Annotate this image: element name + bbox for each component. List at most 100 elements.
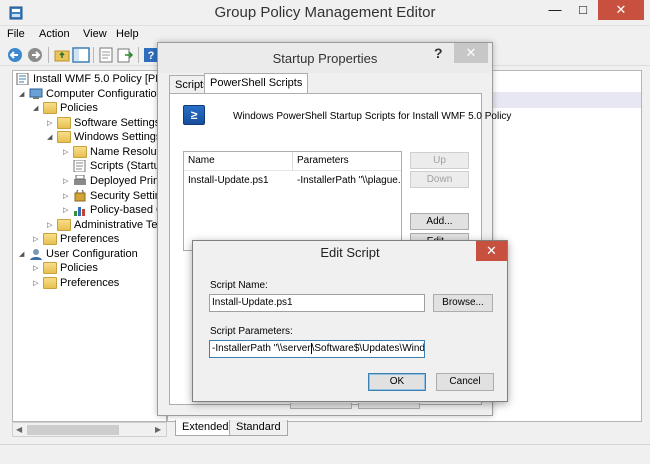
column-header-parameters[interactable]: Parameters [297, 155, 349, 166]
expand-arrow-icon[interactable]: ▷ [33, 279, 43, 287]
tree-item-gpo[interactable]: Install WMF 5.0 Policy [PLAGU [16, 73, 166, 88]
toolbar-separator [138, 47, 139, 63]
dialog-close-button[interactable]: ✕ [454, 43, 488, 63]
tree-item-name-resolution[interactable]: ▷ Name Resolutio [63, 146, 166, 161]
down-button[interactable]: Down [410, 171, 469, 188]
cancel-button[interactable]: Cancel [436, 373, 494, 391]
toolbar-separator [48, 47, 49, 63]
folder-icon [57, 117, 71, 130]
tree-item-user-preferences[interactable]: ▷ Preferences [33, 277, 119, 292]
show-hide-tree-icon[interactable] [72, 46, 90, 64]
menu-action[interactable]: Action [39, 28, 70, 40]
chart-icon [74, 207, 85, 217]
menu-help[interactable]: Help [116, 28, 139, 40]
folder-icon [57, 131, 71, 144]
scripts-icon [73, 160, 86, 173]
computer-icon [29, 88, 43, 100]
tree-item-administrative-templates[interactable]: ▷ Administrative Ter [47, 219, 161, 234]
column-header-name[interactable]: Name [188, 155, 215, 166]
collapse-arrow-icon[interactable]: ◢ [47, 133, 57, 141]
tab-standard[interactable]: Standard [229, 420, 288, 436]
properties-icon[interactable] [97, 46, 115, 64]
minimize-button[interactable]: — [542, 0, 568, 20]
scrollbar-thumb[interactable] [27, 425, 119, 435]
tree-item-policy-based-qos[interactable]: ▷ Policy-based Q [63, 204, 165, 219]
toolbar-separator [93, 47, 94, 63]
tree-item-security-settings[interactable]: ▷ Security Setting [63, 190, 166, 205]
folder-icon [57, 219, 71, 232]
expand-arrow-icon[interactable]: ▷ [63, 206, 73, 214]
row-name-cell[interactable]: Install-Update.ps1 [188, 175, 292, 186]
column-divider[interactable] [292, 152, 293, 170]
tab-extended[interactable]: Extended [175, 420, 236, 436]
collapse-arrow-icon[interactable]: ◢ [19, 90, 29, 98]
forward-icon[interactable] [26, 46, 44, 64]
ok-button[interactable]: OK [368, 373, 426, 391]
folder-icon [43, 233, 57, 246]
header-separator [184, 170, 401, 171]
close-button[interactable]: ✕ [598, 0, 644, 20]
tree-item-user-configuration[interactable]: ◢ User Configuration [19, 248, 138, 263]
tree-horizontal-scrollbar[interactable]: ◀ ▶ [12, 422, 167, 437]
scroll-left-icon[interactable]: ◀ [16, 425, 22, 434]
expand-arrow-icon[interactable]: ▷ [47, 119, 57, 127]
dialog-close-button[interactable]: ✕ [476, 241, 507, 261]
back-icon[interactable] [6, 46, 24, 64]
folder-icon [73, 146, 87, 159]
row-parameters-cell[interactable]: -InstallerPath "\\plague... [297, 175, 401, 186]
status-bar [0, 444, 650, 464]
startup-ok-button[interactable] [290, 403, 352, 409]
edit-script-dialog: Edit Script ✕ Script Name: Install-Updat… [192, 240, 508, 402]
folder-icon [43, 102, 57, 115]
script-parameters-label: Script Parameters: [210, 326, 293, 337]
security-icon [74, 190, 86, 202]
policy-icon [16, 73, 29, 86]
scripts-list[interactable]: Name Parameters Install-Update.ps1 -Inst… [183, 151, 402, 251]
add-button[interactable]: Add... [410, 213, 469, 230]
script-parameters-field[interactable]: -InstallerPath "\\server\Software$\Updat… [209, 340, 425, 358]
parameters-text-after-caret: \Software$\Updates\WindowsE [311, 343, 425, 355]
tree-item-user-policies[interactable]: ▷ Policies [33, 262, 98, 277]
help-button[interactable]: ? [434, 45, 443, 61]
startup-cancel-button[interactable] [358, 403, 420, 409]
folder-icon [43, 262, 57, 275]
dialog-title: Edit Script [320, 245, 380, 260]
browse-button[interactable]: Browse... [433, 294, 493, 312]
svg-text:?: ? [148, 50, 155, 62]
menu-file[interactable]: File [7, 28, 25, 40]
tab-powershell-scripts[interactable]: PowerShell Scripts [204, 73, 309, 94]
expand-arrow-icon[interactable]: ▷ [63, 177, 73, 185]
expand-arrow-icon[interactable]: ▷ [47, 221, 57, 229]
view-tabs: Extended Standard [167, 420, 642, 436]
up-folder-icon[interactable] [53, 46, 71, 64]
tree-item-deployed-printers[interactable]: ▷ Deployed Print [63, 175, 162, 190]
expand-arrow-icon[interactable]: ▷ [63, 148, 73, 156]
collapse-arrow-icon[interactable]: ◢ [19, 250, 29, 258]
dialog-title-bar: Startup Properties ? ✕ [158, 43, 492, 73]
tree-item-scripts[interactable]: Scripts (Startup [63, 160, 166, 175]
title-bar: Group Policy Management Editor — □ ✕ [0, 0, 650, 26]
tree-item-preferences[interactable]: ▷ Preferences [33, 233, 119, 248]
folder-icon [43, 277, 57, 290]
console-tree: Install WMF 5.0 Policy [PLAGU ◢Computer … [12, 70, 167, 422]
export-icon[interactable] [116, 46, 134, 64]
collapse-arrow-icon[interactable]: ◢ [33, 104, 43, 112]
expand-arrow-icon[interactable]: ▷ [33, 235, 43, 243]
expand-arrow-icon[interactable]: ▷ [63, 192, 73, 200]
menu-view[interactable]: View [83, 28, 107, 40]
expand-arrow-icon[interactable]: ▷ [33, 264, 43, 272]
tree-item-software-settings[interactable]: ▷ Software Settings [47, 117, 160, 132]
scroll-right-icon[interactable]: ▶ [155, 425, 161, 434]
printer-icon [74, 175, 86, 186]
script-name-field[interactable]: Install-Update.ps1 [209, 294, 425, 312]
panel-description: Windows PowerShell Startup Scripts for I… [233, 111, 512, 122]
user-icon [30, 249, 42, 261]
details-selection-strip [487, 92, 641, 108]
parameters-text-before-caret: -InstallerPath "\\server [212, 343, 311, 355]
tree-item-computer-configuration[interactable]: ◢ Computer Configuration [19, 88, 163, 103]
tree-item-policies[interactable]: ◢ Policies [33, 102, 98, 117]
script-name-label: Script Name: [210, 280, 268, 291]
up-button[interactable]: Up [410, 152, 469, 169]
maximize-button[interactable]: □ [570, 0, 596, 20]
tree-item-windows-settings[interactable]: ◢ Windows Settings [47, 131, 161, 146]
